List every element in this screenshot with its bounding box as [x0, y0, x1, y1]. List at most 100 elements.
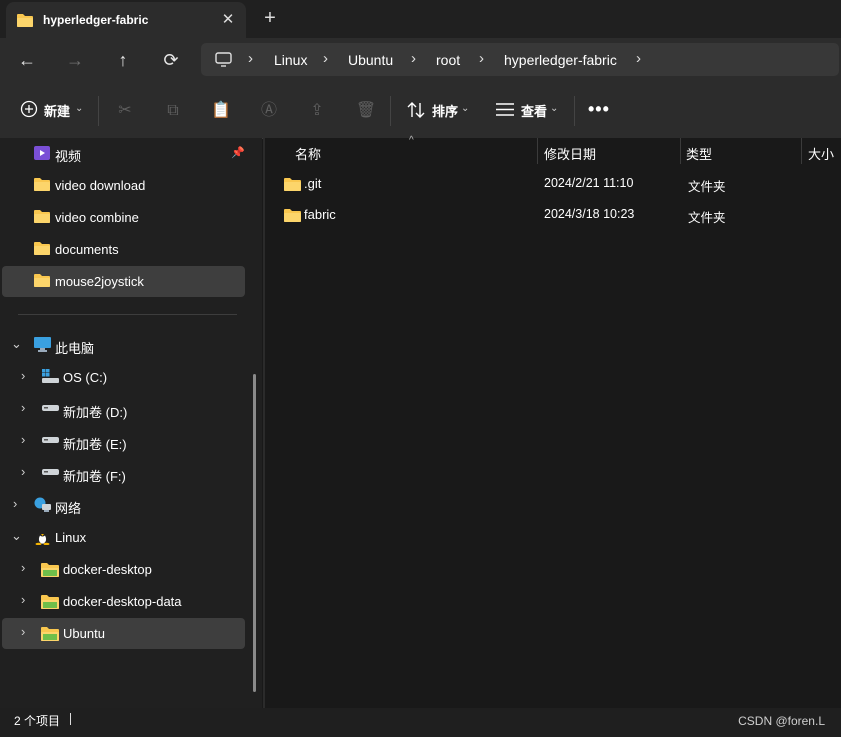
sidebar-scrollbar[interactable] [253, 374, 256, 692]
chevron-down-icon[interactable]: ⌄ [11, 528, 22, 544]
sidebar-item-docker-desktop-data[interactable]: › docker-desktop-data [2, 586, 245, 617]
sidebar-item-documents[interactable]: documents [2, 234, 245, 265]
sidebar-item-mouse2joystick[interactable]: mouse2joystick [2, 266, 245, 297]
computer-icon [215, 52, 232, 67]
breadcrumb-ubuntu[interactable]: Ubuntu [348, 52, 393, 68]
folder-icon [17, 14, 33, 27]
sidebar-item-label: Linux [55, 530, 87, 545]
sidebar-item-linux[interactable]: ⌄ Linux [2, 522, 245, 553]
view-button[interactable]: 查看 [521, 101, 547, 120]
folder-icon [34, 242, 50, 255]
tab-hyperledger-fabric[interactable]: hyperledger-fabric ✕ [6, 2, 246, 38]
view-list-icon[interactable] [496, 103, 514, 116]
chevron-right-icon[interactable]: › [13, 496, 17, 511]
sidebar-item-drive-e[interactable]: › 新加卷 (E:) [2, 426, 245, 457]
sidebar-item-video-download[interactable]: video download [2, 170, 245, 201]
watermark: CSDN @foren.L [738, 714, 825, 728]
delete-icon[interactable]: 🗑 [355, 100, 377, 122]
breadcrumb-linux[interactable]: Linux [274, 52, 307, 68]
chevron-right-icon[interactable]: › [21, 432, 25, 447]
file-row[interactable]: fabric 2024/3/18 10:23 文件夹 [279, 200, 841, 231]
sidebar-item-docker-desktop[interactable]: › docker-desktop [2, 554, 245, 585]
refresh-icon[interactable]: ⟳ [159, 48, 183, 72]
column-divider[interactable] [680, 138, 681, 164]
forward-arrow-icon[interactable]: → [63, 48, 87, 72]
sidebar-item-label: 新加卷 (D:) [63, 405, 128, 420]
sidebar-item-drive-d[interactable]: › 新加卷 (D:) [2, 394, 245, 425]
sidebar-item-drive-c[interactable]: › OS (C:) [2, 362, 245, 393]
paste-icon[interactable]: 📋 [210, 100, 232, 122]
chevron-right-icon[interactable]: › [21, 560, 25, 575]
address-bar[interactable]: › Linux › Ubuntu › root › hyperledger-fa… [201, 43, 839, 76]
back-arrow-icon[interactable]: ← [15, 48, 39, 72]
sidebar-item-label: 新加卷 (F:) [63, 469, 126, 484]
chevron-right-icon[interactable]: › [21, 624, 25, 639]
new-tab-icon[interactable]: + [260, 8, 280, 28]
sort-button[interactable]: 排序 [432, 101, 458, 120]
pin-icon[interactable]: 📌 [231, 146, 245, 159]
linux-folder-icon [41, 563, 59, 577]
chevron-right-icon[interactable]: › [21, 464, 25, 479]
breadcrumb-separator-icon[interactable]: › [636, 50, 641, 67]
rename-icon[interactable]: Ⓐ [258, 100, 280, 122]
cut-icon[interactable]: ✂ [114, 100, 136, 122]
sidebar-item-label: video combine [55, 210, 139, 225]
sidebar-item-label: 此电脑 [55, 341, 95, 356]
up-arrow-icon[interactable]: ↑ [111, 48, 135, 72]
file-date: 2024/2/21 11:10 [544, 176, 634, 190]
share-icon[interactable]: ⇪ [306, 100, 328, 122]
column-header-date[interactable]: 修改日期 [544, 144, 596, 163]
network-icon [34, 497, 51, 512]
file-type: 文件夹 [688, 211, 726, 225]
sidebar-divider [18, 314, 237, 315]
folder-icon [284, 178, 301, 191]
file-name: .git [304, 176, 322, 191]
navigation-bar: ← → ↑ ⟳ › Linux › Ubuntu › root › hyperl… [0, 38, 841, 82]
sidebar-item-network[interactable]: › 网络 [2, 490, 245, 521]
copy-icon[interactable]: ⧉ [162, 100, 184, 122]
sort-icon[interactable] [407, 101, 425, 119]
sidebar-item-label: docker-desktop [63, 562, 152, 577]
breadcrumb-separator-icon: › [323, 50, 328, 67]
more-options-icon[interactable]: ••• [588, 99, 610, 120]
breadcrumb-root[interactable]: root [436, 52, 460, 68]
sidebar-item-video-combine[interactable]: video combine [2, 202, 245, 233]
linux-folder-icon [41, 595, 59, 609]
toolbar-divider [98, 96, 99, 126]
breadcrumb-separator-icon: › [248, 50, 253, 67]
column-divider[interactable] [801, 138, 802, 164]
sidebar-item-this-pc[interactable]: ⌄ 此电脑 [2, 330, 245, 361]
file-row[interactable]: .git 2024/2/21 11:10 文件夹 [279, 169, 841, 200]
sidebar-item-label: documents [55, 242, 119, 257]
status-divider [70, 713, 71, 725]
folder-icon [34, 210, 50, 223]
sidebar-item-videos[interactable]: 视频 📌 [2, 138, 245, 169]
status-bar: 2 个项目 CSDN @foren.L [0, 708, 841, 737]
column-header-name[interactable]: 名称 [295, 144, 321, 163]
navigation-pane: 视频 📌 video download video combine docume… [0, 138, 262, 708]
drive-icon [42, 469, 59, 475]
chevron-right-icon[interactable]: › [21, 592, 25, 607]
toolbar-divider [390, 96, 391, 126]
drive-icon [42, 405, 59, 411]
column-divider[interactable] [537, 138, 538, 164]
chevron-right-icon[interactable]: › [21, 400, 25, 415]
sidebar-item-label: 新加卷 (E:) [63, 437, 127, 452]
sidebar-item-label: OS (C:) [63, 370, 108, 385]
sidebar-item-ubuntu[interactable]: › Ubuntu [2, 618, 245, 649]
chevron-down-icon: ⌄ [461, 103, 470, 114]
plus-circle-icon[interactable] [20, 100, 38, 118]
chevron-down-icon[interactable]: ⌄ [11, 336, 22, 352]
close-tab-icon[interactable]: ✕ [218, 10, 238, 30]
column-header-size[interactable]: 大小 [808, 144, 834, 163]
item-count: 2 个项目 [14, 714, 61, 728]
chevron-right-icon[interactable]: › [21, 368, 25, 383]
sidebar-item-label: video download [55, 178, 146, 193]
sidebar-item-label: mouse2joystick [55, 274, 144, 289]
sidebar-item-drive-f[interactable]: › 新加卷 (F:) [2, 458, 245, 489]
sidebar-item-label: docker-desktop-data [63, 594, 182, 609]
column-header-type[interactable]: 类型 [686, 144, 712, 163]
new-button[interactable]: 新建 [44, 101, 70, 120]
breadcrumb-hyperledger-fabric[interactable]: hyperledger-fabric [504, 52, 617, 68]
file-type: 文件夹 [688, 180, 726, 194]
